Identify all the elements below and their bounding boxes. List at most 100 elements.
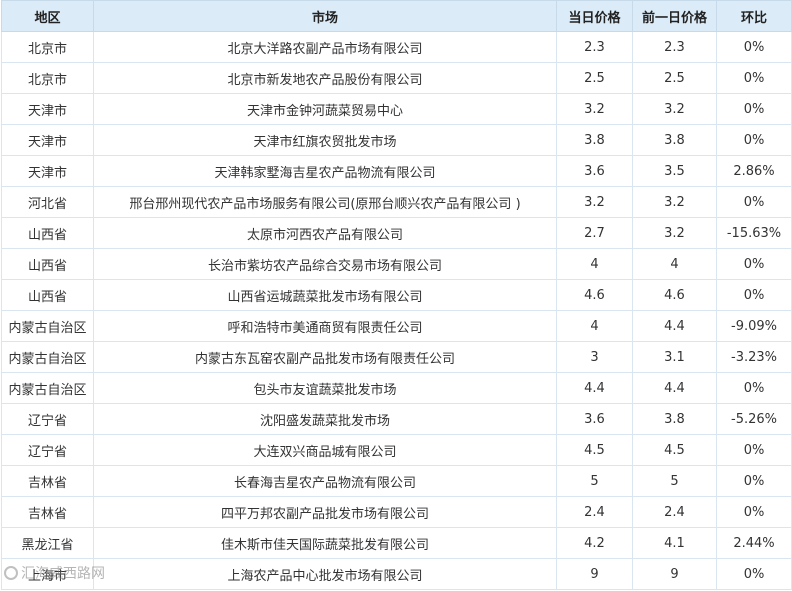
cell-change: 0%	[716, 31, 792, 63]
cell-market: 大连双兴商品城有限公司	[93, 434, 557, 466]
price-table: 地区 市场 当日价格 前一日价格 环比 北京市 北京大洋路农副产品市场有限公司 2.…	[1, 0, 792, 590]
cell-market: 长治市紫坊农产品综合交易市场有限公司	[93, 248, 557, 280]
cell-region: 北京市	[1, 31, 94, 63]
cell-region: 黑龙江省	[1, 527, 94, 559]
cell-change: 0%	[716, 124, 792, 156]
cell-region: 山西省	[1, 217, 94, 249]
header-market[interactable]: 市场	[93, 0, 557, 32]
cell-region: 内蒙古自治区	[1, 341, 94, 373]
table-row[interactable]: 山西省 山西省运城蔬菜批发市场有限公司 4.6 4.6 0%	[1, 279, 792, 311]
cell-change: 0%	[716, 93, 792, 125]
cell-today-price: 4.5	[556, 434, 633, 466]
cell-market: 沈阳盛发蔬菜批发市场	[93, 403, 557, 435]
table-row[interactable]: 黑龙江省 佳木斯市佳天国际蔬菜批发有限公司 4.2 4.1 2.44%	[1, 527, 792, 559]
cell-change: 0%	[716, 248, 792, 280]
cell-prev-price: 3.8	[632, 403, 717, 435]
table-row[interactable]: 河北省 邢台邢州现代农产品市场服务有限公司(原邢台顺兴农产品有限公司 ) 3.2 3.…	[1, 186, 792, 218]
cell-today-price: 3.6	[556, 403, 633, 435]
cell-today-price: 9	[556, 558, 633, 590]
cell-region: 内蒙古自治区	[1, 310, 94, 342]
table-row[interactable]: 北京市 北京大洋路农副产品市场有限公司 2.3 2.3 0%	[1, 31, 792, 63]
cell-market: 佳木斯市佳天国际蔬菜批发有限公司	[93, 527, 557, 559]
cell-prev-price: 2.5	[632, 62, 717, 94]
table-row[interactable]: 天津市 天津韩家墅海吉星农产品物流有限公司 3.6 3.5 2.86%	[1, 155, 792, 187]
cell-change: 0%	[716, 434, 792, 466]
cell-change: 0%	[716, 558, 792, 590]
table-row[interactable]: 山西省 长治市紫坊农产品综合交易市场有限公司 4 4 0%	[1, 248, 792, 280]
cell-region: 河北省	[1, 186, 94, 218]
table-row[interactable]: 内蒙古自治区 内蒙古东瓦窑农副产品批发市场有限责任公司 3 3.1 -3.23%	[1, 341, 792, 373]
cell-prev-price: 4.4	[632, 372, 717, 404]
table-row[interactable]: 天津市 天津市金钟河蔬菜贸易中心 3.2 3.2 0%	[1, 93, 792, 125]
cell-change: 2.44%	[716, 527, 792, 559]
table-row[interactable]: 吉林省 四平万邦农副产品批发市场有限公司 2.4 2.4 0%	[1, 496, 792, 528]
cell-change: 0%	[716, 62, 792, 94]
table-row[interactable]: 内蒙古自治区 包头市友谊蔬菜批发市场 4.4 4.4 0%	[1, 372, 792, 404]
table-row[interactable]: 上海市 上海农产品中心批发市场有限公司 9 9 0%	[1, 558, 792, 590]
cell-prev-price: 3.2	[632, 217, 717, 249]
cell-prev-price: 4.6	[632, 279, 717, 311]
cell-region: 天津市	[1, 124, 94, 156]
cell-today-price: 4	[556, 310, 633, 342]
table-row[interactable]: 天津市 天津市红旗农贸批发市场 3.8 3.8 0%	[1, 124, 792, 156]
cell-prev-price: 3.2	[632, 93, 717, 125]
cell-region: 山西省	[1, 279, 94, 311]
cell-prev-price: 2.3	[632, 31, 717, 63]
cell-region: 上海市	[1, 558, 94, 590]
cell-change: 0%	[716, 465, 792, 497]
cell-market: 长春海吉星农产品物流有限公司	[93, 465, 557, 497]
cell-change: -9.09%	[716, 310, 792, 342]
cell-prev-price: 4.1	[632, 527, 717, 559]
cell-region: 内蒙古自治区	[1, 372, 94, 404]
cell-prev-price: 3.2	[632, 186, 717, 218]
cell-today-price: 4	[556, 248, 633, 280]
cell-market: 包头市友谊蔬菜批发市场	[93, 372, 557, 404]
cell-region: 辽宁省	[1, 403, 94, 435]
table-row[interactable]: 北京市 北京市新发地农产品股份有限公司 2.5 2.5 0%	[1, 62, 792, 94]
cell-region: 天津市	[1, 93, 94, 125]
cell-region: 吉林省	[1, 465, 94, 497]
cell-region: 辽宁省	[1, 434, 94, 466]
cell-market: 山西省运城蔬菜批发市场有限公司	[93, 279, 557, 311]
cell-prev-price: 4.5	[632, 434, 717, 466]
cell-change: -5.26%	[716, 403, 792, 435]
cell-prev-price: 3.5	[632, 155, 717, 187]
cell-prev-price: 5	[632, 465, 717, 497]
cell-today-price: 4.4	[556, 372, 633, 404]
cell-region: 吉林省	[1, 496, 94, 528]
cell-market: 北京大洋路农副产品市场有限公司	[93, 31, 557, 63]
header-today-price[interactable]: 当日价格	[556, 0, 633, 32]
cell-prev-price: 3.8	[632, 124, 717, 156]
cell-region: 山西省	[1, 248, 94, 280]
header-prev-price[interactable]: 前一日价格	[632, 0, 717, 32]
cell-change: -3.23%	[716, 341, 792, 373]
table-row[interactable]: 内蒙古自治区 呼和浩特市美通商贸有限责任公司 4 4.4 -9.09%	[1, 310, 792, 342]
cell-region: 天津市	[1, 155, 94, 187]
cell-today-price: 3.6	[556, 155, 633, 187]
cell-market: 天津韩家墅海吉星农产品物流有限公司	[93, 155, 557, 187]
cell-change: 0%	[716, 496, 792, 528]
cell-prev-price: 4	[632, 248, 717, 280]
cell-today-price: 3	[556, 341, 633, 373]
cell-today-price: 2.4	[556, 496, 633, 528]
cell-today-price: 3.2	[556, 186, 633, 218]
header-region[interactable]: 地区	[1, 0, 94, 32]
table-row[interactable]: 辽宁省 大连双兴商品城有限公司 4.5 4.5 0%	[1, 434, 792, 466]
cell-today-price: 2.7	[556, 217, 633, 249]
cell-change: 0%	[716, 279, 792, 311]
cell-market: 呼和浩特市美通商贸有限责任公司	[93, 310, 557, 342]
cell-prev-price: 2.4	[632, 496, 717, 528]
cell-market: 天津市红旗农贸批发市场	[93, 124, 557, 156]
cell-change: -15.63%	[716, 217, 792, 249]
header-change[interactable]: 环比	[716, 0, 792, 32]
cell-today-price: 2.3	[556, 31, 633, 63]
table-row[interactable]: 山西省 太原市河西农产品有限公司 2.7 3.2 -15.63%	[1, 217, 792, 249]
cell-change: 2.86%	[716, 155, 792, 187]
cell-prev-price: 3.1	[632, 341, 717, 373]
table-row[interactable]: 辽宁省 沈阳盛发蔬菜批发市场 3.6 3.8 -5.26%	[1, 403, 792, 435]
cell-market: 北京市新发地农产品股份有限公司	[93, 62, 557, 94]
table-row[interactable]: 吉林省 长春海吉星农产品物流有限公司 5 5 0%	[1, 465, 792, 497]
cell-today-price: 2.5	[556, 62, 633, 94]
cell-market: 天津市金钟河蔬菜贸易中心	[93, 93, 557, 125]
cell-change: 0%	[716, 372, 792, 404]
